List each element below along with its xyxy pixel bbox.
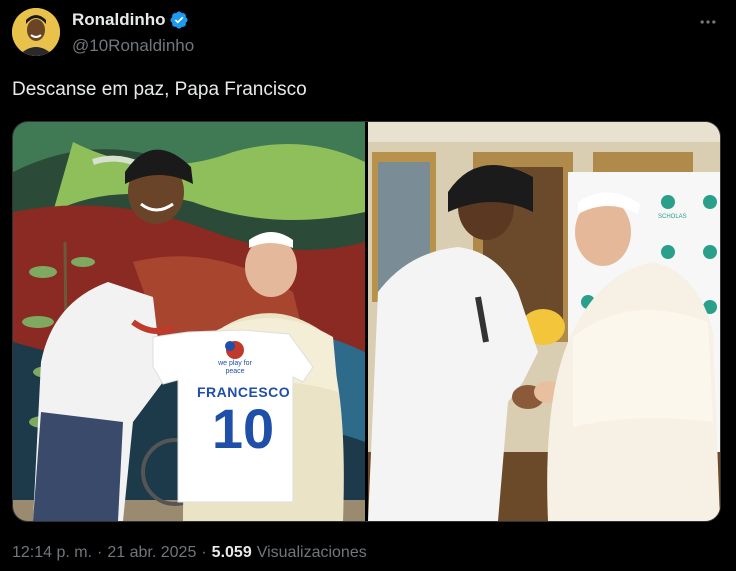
tweet-media[interactable]: we play for peace FRANCESCO 10 SCHOLAS	[12, 121, 721, 522]
author-name-row[interactable]: Ronaldinho	[72, 10, 189, 30]
author-avatar[interactable]	[12, 8, 60, 56]
tweet-text: Descanse em paz, Papa Francisco	[12, 79, 307, 100]
jersey-number: 10	[211, 397, 275, 460]
meta-separator: ·	[97, 544, 103, 561]
author-handle[interactable]: @10Ronaldinho	[72, 36, 194, 56]
jersey-logo-text: we play for peace	[218, 360, 252, 375]
tweet-time[interactable]: 12:14 p. m.	[12, 544, 92, 562]
views-count: 5.059	[211, 544, 252, 561]
more-dots-icon	[700, 20, 716, 24]
meta-separator: ·	[201, 544, 207, 561]
photo-ronaldinho-pope-jersey[interactable]: we play for peace FRANCESCO 10	[13, 122, 365, 521]
author-display-name[interactable]: Ronaldinho	[72, 10, 165, 30]
verified-badge-icon	[170, 11, 189, 29]
more-options-button[interactable]	[696, 10, 720, 34]
photo-ronaldinho-pope-handshake[interactable]: SCHOLAS	[368, 122, 720, 521]
tweet-date[interactable]: 21 abr. 2025	[107, 544, 196, 562]
views-label: Visualizaciones	[256, 544, 367, 561]
avatar-image	[12, 8, 60, 56]
tweet-meta: 12:14 p. m. · 21 abr. 2025 · 5.059 Visua…	[12, 544, 367, 562]
banner-text: SCHOLAS	[658, 214, 687, 220]
